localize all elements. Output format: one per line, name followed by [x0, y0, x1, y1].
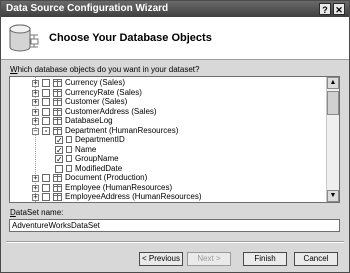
table-icon [53, 117, 62, 125]
previous-button[interactable]: < Previous [139, 252, 183, 266]
tree-checkbox[interactable]: ✓ [55, 155, 63, 164]
scroll-up-button[interactable]: ▲ [327, 77, 339, 89]
column-icon [66, 136, 72, 143]
expand-icon[interactable]: + [32, 108, 39, 116]
tree-node-label: Department (HumanResources) [65, 125, 179, 135]
expand-icon[interactable]: + [32, 175, 39, 182]
tree-checkbox[interactable] [55, 164, 63, 173]
tree-viewport: + Currency (Sales) + CurrencyRate (Sales) + C… [10, 77, 326, 202]
tree-node-label: CurrencyRate (Sales) [65, 87, 142, 97]
tree-node-label: Currency (Sales) [65, 78, 126, 87]
table-icon [53, 183, 62, 192]
tree-node-table[interactable]: + CustomerAddress (Sales) [10, 106, 326, 118]
window-title: Data Source Configuration Wizard [6, 3, 169, 14]
dataset-label-text: ataSet name: [15, 208, 64, 217]
tree-checkbox[interactable] [42, 174, 50, 182]
tree-checkbox[interactable] [42, 107, 50, 116]
footer-separator [6, 241, 344, 243]
tree-node-column[interactable]: ✓ DepartmentID [10, 135, 326, 146]
tree-checkbox[interactable]: ✓ [55, 136, 63, 145]
tree-node-table[interactable]: + Currency (Sales) [10, 78, 326, 89]
tree-node-table[interactable]: + EmployeeAddress (HumanResources) [10, 192, 326, 202]
expand-icon[interactable]: + [32, 184, 39, 192]
expand-icon[interactable]: + [32, 194, 39, 201]
prompt-accel: W [10, 65, 18, 74]
expand-icon[interactable]: + [32, 118, 39, 125]
tree-node-label: ModifiedDate [75, 163, 123, 173]
tree-node-column[interactable]: ModifiedDate [10, 163, 326, 175]
tree-node-column[interactable]: ✓ GroupName [10, 154, 326, 165]
table-icon [53, 88, 62, 97]
database-icon [9, 24, 39, 52]
expand-icon[interactable]: + [32, 80, 39, 87]
expand-icon[interactable]: + [32, 99, 39, 106]
tree-node-table[interactable]: + Customer (Sales) [10, 97, 326, 108]
tree-node-label: Customer (Sales) [65, 97, 128, 106]
page-title: Choose Your Database Objects [49, 32, 212, 44]
tree-checkbox[interactable] [42, 183, 50, 192]
dataset-name-input[interactable] [9, 219, 340, 232]
wizard-window: Data Source Configuration Wizard ? ✕ Cho… [0, 0, 350, 273]
help-button[interactable]: ? [319, 3, 331, 15]
scroll-thumb[interactable] [327, 91, 339, 115]
tree-node-label: Employee (HumanResources) [65, 182, 173, 192]
column-icon [66, 155, 72, 162]
finish-button[interactable]: Finish [243, 252, 287, 266]
tree-node-table[interactable]: − Department (HumanResources) [10, 125, 326, 137]
next-button[interactable]: Next > [187, 252, 231, 266]
tree-node-label: EmployeeAddress (HumanResources) [65, 192, 202, 201]
tree-node-label: Name [75, 144, 97, 154]
close-button[interactable]: ✕ [333, 3, 345, 15]
column-icon [66, 145, 72, 153]
tree-checkbox[interactable] [42, 117, 50, 125]
table-icon [53, 107, 62, 116]
tree-node-label: CustomerAddress (Sales) [65, 106, 157, 116]
table-icon [53, 193, 62, 201]
expand-icon[interactable]: + [32, 89, 39, 97]
tree-scrollbar[interactable]: ▲ ▼ [326, 77, 339, 202]
wizard-header: Choose Your Database Objects [1, 17, 349, 60]
tree-prompt: Which database objects do you want in yo… [10, 65, 199, 74]
tree-node-label: DepartmentID [75, 135, 125, 144]
table-icon [53, 174, 62, 182]
prompt-text: hich database objects do you want in you… [17, 65, 200, 74]
table-icon [53, 98, 62, 106]
table-icon [53, 79, 62, 87]
tree-checkbox[interactable] [42, 193, 50, 201]
tree-node-label: Document (Production) [65, 173, 148, 182]
tree-node-table[interactable]: + CurrencyRate (Sales) [10, 87, 326, 99]
scroll-down-button[interactable]: ▼ [327, 190, 339, 202]
title-bar[interactable]: Data Source Configuration Wizard ? ✕ [1, 1, 349, 17]
tree-checkbox[interactable]: ✓ [55, 145, 63, 154]
dataset-name-label: DataSet name: [10, 208, 63, 217]
tree-node-label: GroupName [75, 154, 119, 163]
tree-checkbox[interactable] [42, 98, 50, 106]
tree-node-column[interactable]: ✓ Name [10, 144, 326, 156]
tree-checkbox[interactable] [42, 88, 50, 97]
tree-node-label: DatabaseLog [65, 116, 113, 125]
column-icon [66, 164, 72, 172]
tree-checkbox[interactable] [42, 79, 50, 87]
tree-checkbox[interactable] [42, 126, 50, 135]
database-objects-tree[interactable]: + Currency (Sales) + CurrencyRate (Sales) + C… [9, 76, 340, 203]
cancel-button[interactable]: Cancel [294, 252, 338, 266]
table-icon [53, 126, 62, 135]
collapse-icon[interactable]: − [32, 127, 39, 135]
